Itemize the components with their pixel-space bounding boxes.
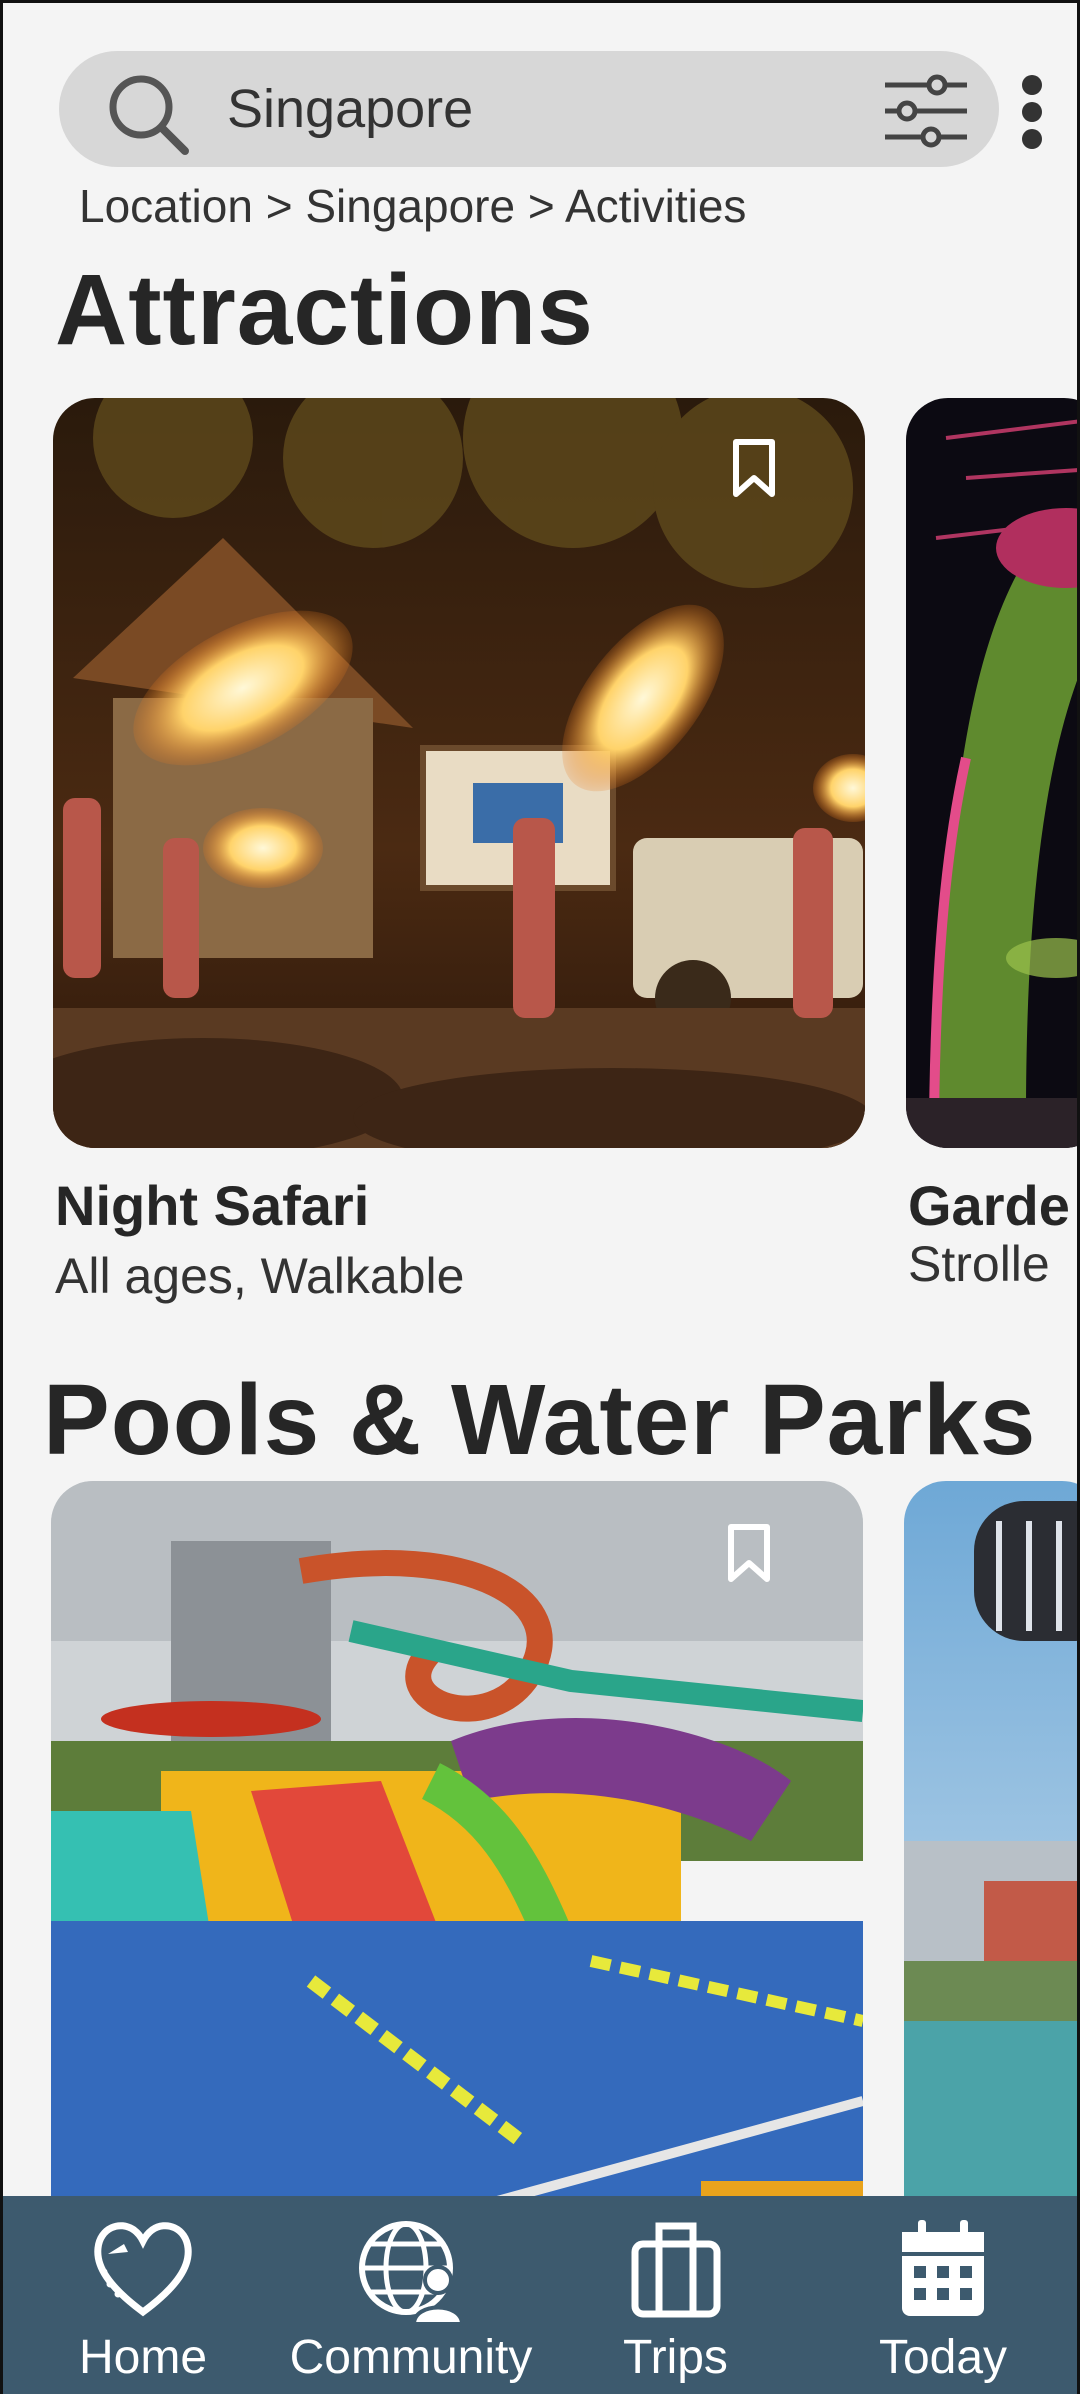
bottom-navigation: Home Community Trips Today bbox=[3, 2196, 1077, 2394]
filter-sliders-icon[interactable] bbox=[881, 73, 971, 149]
card-image-water-park[interactable] bbox=[51, 1481, 863, 2241]
search-icon[interactable] bbox=[105, 71, 191, 157]
nav-item-community[interactable]: Community bbox=[261, 2214, 561, 2385]
heart-plane-icon bbox=[94, 2222, 192, 2317]
cable-car-photo bbox=[904, 1481, 1077, 2241]
nav-item-trips[interactable]: Trips bbox=[603, 2214, 748, 2385]
breadcrumb[interactable]: Location > Singapore > Activities bbox=[79, 179, 746, 233]
nav-label-home: Home bbox=[78, 2331, 208, 2384]
night-safari-photo bbox=[53, 398, 865, 1148]
nav-label-community: Community bbox=[289, 2331, 533, 2384]
nav-item-today[interactable]: Today bbox=[863, 2214, 1023, 2385]
screen: Location > Singapore > Activities Attrac… bbox=[0, 0, 1080, 2394]
section-title-pools-water-parks: Pools & Water Parks bbox=[43, 1364, 1037, 1476]
nav-item-home[interactable]: Home bbox=[63, 2214, 223, 2385]
card-subtitle-night-safari: All ages, Walkable bbox=[55, 1248, 465, 1304]
gardens-photo bbox=[906, 398, 1077, 1148]
nav-label-trips: Trips bbox=[623, 2331, 728, 2384]
card-image-night-safari[interactable] bbox=[53, 398, 865, 1148]
card-title-gardens[interactable]: Garde bbox=[908, 1173, 1070, 1238]
card-image-gardens[interactable] bbox=[906, 398, 1077, 1148]
bookmark-icon[interactable] bbox=[730, 438, 778, 498]
card-title-night-safari[interactable]: Night Safari bbox=[55, 1173, 369, 1238]
card-subtitle-gardens: Strolle bbox=[908, 1236, 1050, 1292]
water-park-photo bbox=[51, 1481, 863, 2241]
nav-label-today: Today bbox=[878, 2331, 1008, 2384]
calendar-icon bbox=[902, 2220, 984, 2316]
section-title-attractions: Attractions bbox=[55, 254, 594, 366]
luggage-icon bbox=[631, 2222, 720, 2318]
search-bar[interactable] bbox=[59, 51, 999, 167]
bookmark-icon[interactable] bbox=[725, 1523, 773, 1583]
search-input[interactable] bbox=[227, 75, 907, 143]
card-image-cable-car[interactable] bbox=[904, 1481, 1077, 2241]
globe-person-icon bbox=[359, 2221, 465, 2324]
more-options-icon[interactable] bbox=[1017, 75, 1047, 149]
